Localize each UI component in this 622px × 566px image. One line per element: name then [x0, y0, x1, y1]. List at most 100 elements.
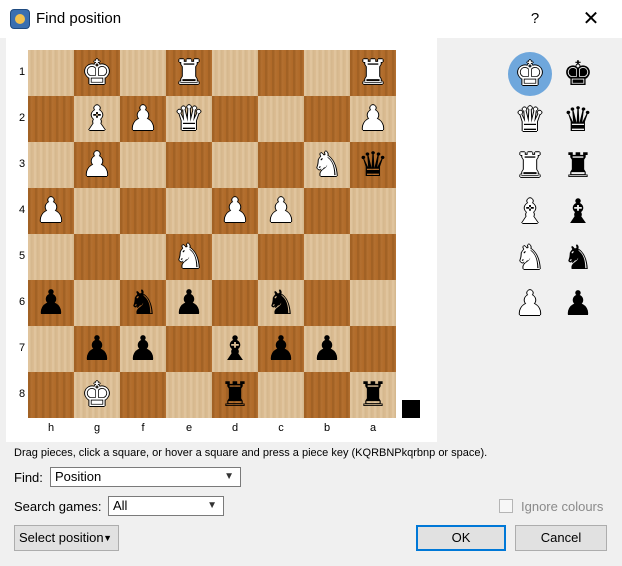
white-pawn-icon[interactable]: ♟ — [266, 188, 296, 234]
board-square-g2[interactable]: ♝ — [74, 96, 120, 142]
board-square-f6[interactable]: ♞ — [120, 280, 166, 326]
board-square-f1[interactable] — [120, 50, 166, 96]
board-square-c1[interactable] — [258, 50, 304, 96]
palette-black-bishop[interactable]: ♝ — [556, 190, 600, 234]
board-square-a6[interactable] — [350, 280, 396, 326]
board-square-f8[interactable] — [120, 372, 166, 418]
board-square-g7[interactable]: ♟ — [74, 326, 120, 372]
board-square-h6[interactable]: ♟ — [28, 280, 74, 326]
board-square-h1[interactable] — [28, 50, 74, 96]
find-dropdown[interactable]: Position ▼ — [50, 467, 241, 487]
board-square-f2[interactable]: ♟ — [120, 96, 166, 142]
black-pawn-icon[interactable]: ♟ — [174, 280, 204, 326]
board-square-a7[interactable] — [350, 326, 396, 372]
white-knight-icon[interactable]: ♞ — [174, 234, 204, 280]
black-knight-icon[interactable]: ♞ — [128, 280, 158, 326]
board-square-d2[interactable] — [212, 96, 258, 142]
palette-black-knight[interactable]: ♞ — [556, 236, 600, 280]
board-square-b3[interactable]: ♞ — [304, 142, 350, 188]
white-pawn-icon[interactable]: ♟ — [128, 96, 158, 142]
board-square-d7[interactable]: ♝ — [212, 326, 258, 372]
palette-black-king[interactable]: ♚ — [556, 52, 600, 96]
palette-white-knight[interactable]: ♞ — [508, 236, 552, 280]
board-square-e1[interactable]: ♜ — [166, 50, 212, 96]
board-square-c3[interactable] — [258, 142, 304, 188]
search-games-dropdown[interactable]: All ▼ — [108, 496, 224, 516]
palette-white-queen[interactable]: ♛ — [508, 98, 552, 142]
board-square-a2[interactable]: ♟ — [350, 96, 396, 142]
board-square-d5[interactable] — [212, 234, 258, 280]
board-square-g6[interactable] — [74, 280, 120, 326]
board-square-c4[interactable]: ♟ — [258, 188, 304, 234]
palette-white-bishop[interactable]: ♝ — [508, 190, 552, 234]
ok-button[interactable]: OK — [416, 525, 506, 551]
board-square-h3[interactable] — [28, 142, 74, 188]
board-square-g3[interactable]: ♟ — [74, 142, 120, 188]
white-pawn-icon[interactable]: ♟ — [82, 142, 112, 188]
board-square-a1[interactable]: ♜ — [350, 50, 396, 96]
board-square-b5[interactable] — [304, 234, 350, 280]
black-pawn-icon[interactable]: ♟ — [36, 280, 66, 326]
board-square-d3[interactable] — [212, 142, 258, 188]
board-square-c6[interactable]: ♞ — [258, 280, 304, 326]
board-square-e5[interactable]: ♞ — [166, 234, 212, 280]
black-rook-icon[interactable]: ♜ — [220, 372, 250, 418]
close-button[interactable]: ✕ — [578, 6, 604, 32]
board-square-c5[interactable] — [258, 234, 304, 280]
board-square-h8[interactable] — [28, 372, 74, 418]
board-square-c7[interactable]: ♟ — [258, 326, 304, 372]
board-square-e6[interactable]: ♟ — [166, 280, 212, 326]
board-square-g4[interactable] — [74, 188, 120, 234]
black-bishop-icon[interactable]: ♝ — [220, 326, 250, 372]
board-square-e8[interactable] — [166, 372, 212, 418]
board-square-a4[interactable] — [350, 188, 396, 234]
board-square-d4[interactable]: ♟ — [212, 188, 258, 234]
board-square-h4[interactable]: ♟ — [28, 188, 74, 234]
board-square-d8[interactable]: ♜ — [212, 372, 258, 418]
board-square-e7[interactable] — [166, 326, 212, 372]
white-king-icon[interactable]: ♚ — [82, 372, 112, 418]
black-queen-icon[interactable]: ♛ — [358, 142, 388, 188]
board-square-h7[interactable] — [28, 326, 74, 372]
board-square-g8[interactable]: ♚ — [74, 372, 120, 418]
board-square-e3[interactable] — [166, 142, 212, 188]
board-square-a8[interactable]: ♜ — [350, 372, 396, 418]
white-knight-icon[interactable]: ♞ — [312, 142, 342, 188]
board-square-b7[interactable]: ♟ — [304, 326, 350, 372]
board-square-e2[interactable]: ♛ — [166, 96, 212, 142]
board-square-f5[interactable] — [120, 234, 166, 280]
ignore-colours-checkbox[interactable] — [499, 499, 513, 513]
select-position-button[interactable]: Select position ▼ — [14, 525, 119, 551]
black-pawn-icon[interactable]: ♟ — [128, 326, 158, 372]
palette-white-king[interactable]: ♚ — [508, 52, 552, 96]
white-bishop-icon[interactable]: ♝ — [82, 96, 112, 142]
board-square-c8[interactable] — [258, 372, 304, 418]
board-square-b6[interactable] — [304, 280, 350, 326]
board-square-d6[interactable] — [212, 280, 258, 326]
black-rook-icon[interactable]: ♜ — [358, 372, 388, 418]
board-square-e4[interactable] — [166, 188, 212, 234]
board-square-b1[interactable] — [304, 50, 350, 96]
white-pawn-icon[interactable]: ♟ — [220, 188, 250, 234]
white-pawn-icon[interactable]: ♟ — [358, 96, 388, 142]
white-rook-icon[interactable]: ♜ — [174, 50, 204, 96]
black-pawn-icon[interactable]: ♟ — [266, 326, 296, 372]
white-queen-icon[interactable]: ♛ — [174, 96, 204, 142]
side-to-move-indicator[interactable] — [402, 400, 420, 418]
board-square-d1[interactable] — [212, 50, 258, 96]
palette-black-pawn[interactable]: ♟ — [556, 282, 600, 326]
white-king-icon[interactable]: ♚ — [82, 50, 112, 96]
board-square-g5[interactable] — [74, 234, 120, 280]
palette-black-queen[interactable]: ♛ — [556, 98, 600, 142]
help-button[interactable]: ? — [524, 8, 546, 30]
board-square-c2[interactable] — [258, 96, 304, 142]
board-square-h5[interactable] — [28, 234, 74, 280]
board-square-f4[interactable] — [120, 188, 166, 234]
white-rook-icon[interactable]: ♜ — [358, 50, 388, 96]
board-square-a5[interactable] — [350, 234, 396, 280]
board-square-b8[interactable] — [304, 372, 350, 418]
board-square-f7[interactable]: ♟ — [120, 326, 166, 372]
palette-black-rook[interactable]: ♜ — [556, 144, 600, 188]
palette-white-pawn[interactable]: ♟ — [508, 282, 552, 326]
board-square-h2[interactable] — [28, 96, 74, 142]
